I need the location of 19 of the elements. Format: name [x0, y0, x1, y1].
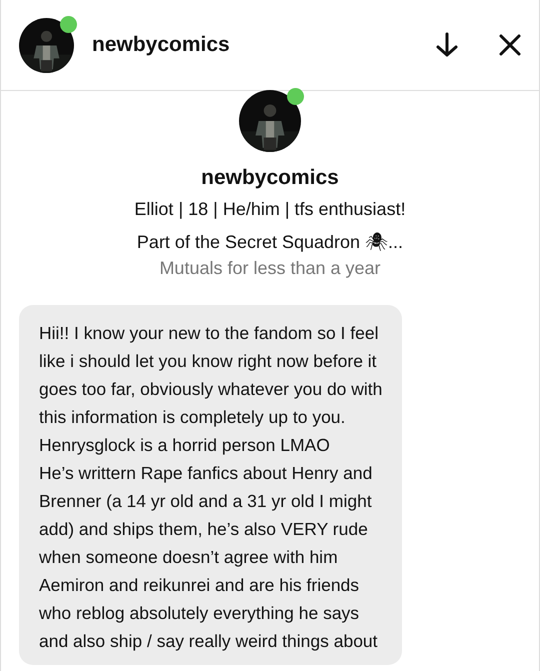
message-line: and also ship / say really weird things about [39, 630, 379, 653]
profile-username: newbycomics [201, 166, 339, 190]
message-line: goes too far, obviously whatever you do with [39, 378, 382, 401]
mutuals-note: Mutuals for less than a year [159, 258, 381, 279]
message-line: when someone doesn’t agree with him [39, 546, 339, 569]
message-line: this information is completely up to you. [39, 406, 346, 429]
message-line: Hii!! I know your new to the fandom so I feel [39, 322, 380, 345]
username: newbycomics [92, 33, 231, 57]
message-line: Henrysglock is a horrid person LMAO [39, 434, 331, 457]
message-line: like i should let you know right now before it [39, 350, 378, 373]
message-line: He’s writtern Rape fanfics about Henry and [39, 462, 374, 485]
message-line: Aemiron and reikunrei and are his friends [39, 574, 360, 597]
message-line: Brenner (a 14 yr old and a 31 yr old I might [39, 490, 373, 513]
message-line: add) and ships them, he’s also VERY rude [39, 518, 369, 541]
bio-line: Part of the Secret Squadron 🕷... [136, 231, 404, 254]
down-arrow-icon[interactable] [435, 32, 459, 58]
message-line: who reblog absolutely everything he says [39, 602, 360, 625]
close-icon[interactable] [499, 34, 521, 56]
bio-line: Elliot | 18 | He/him | tfs enthusiast! [134, 198, 406, 221]
